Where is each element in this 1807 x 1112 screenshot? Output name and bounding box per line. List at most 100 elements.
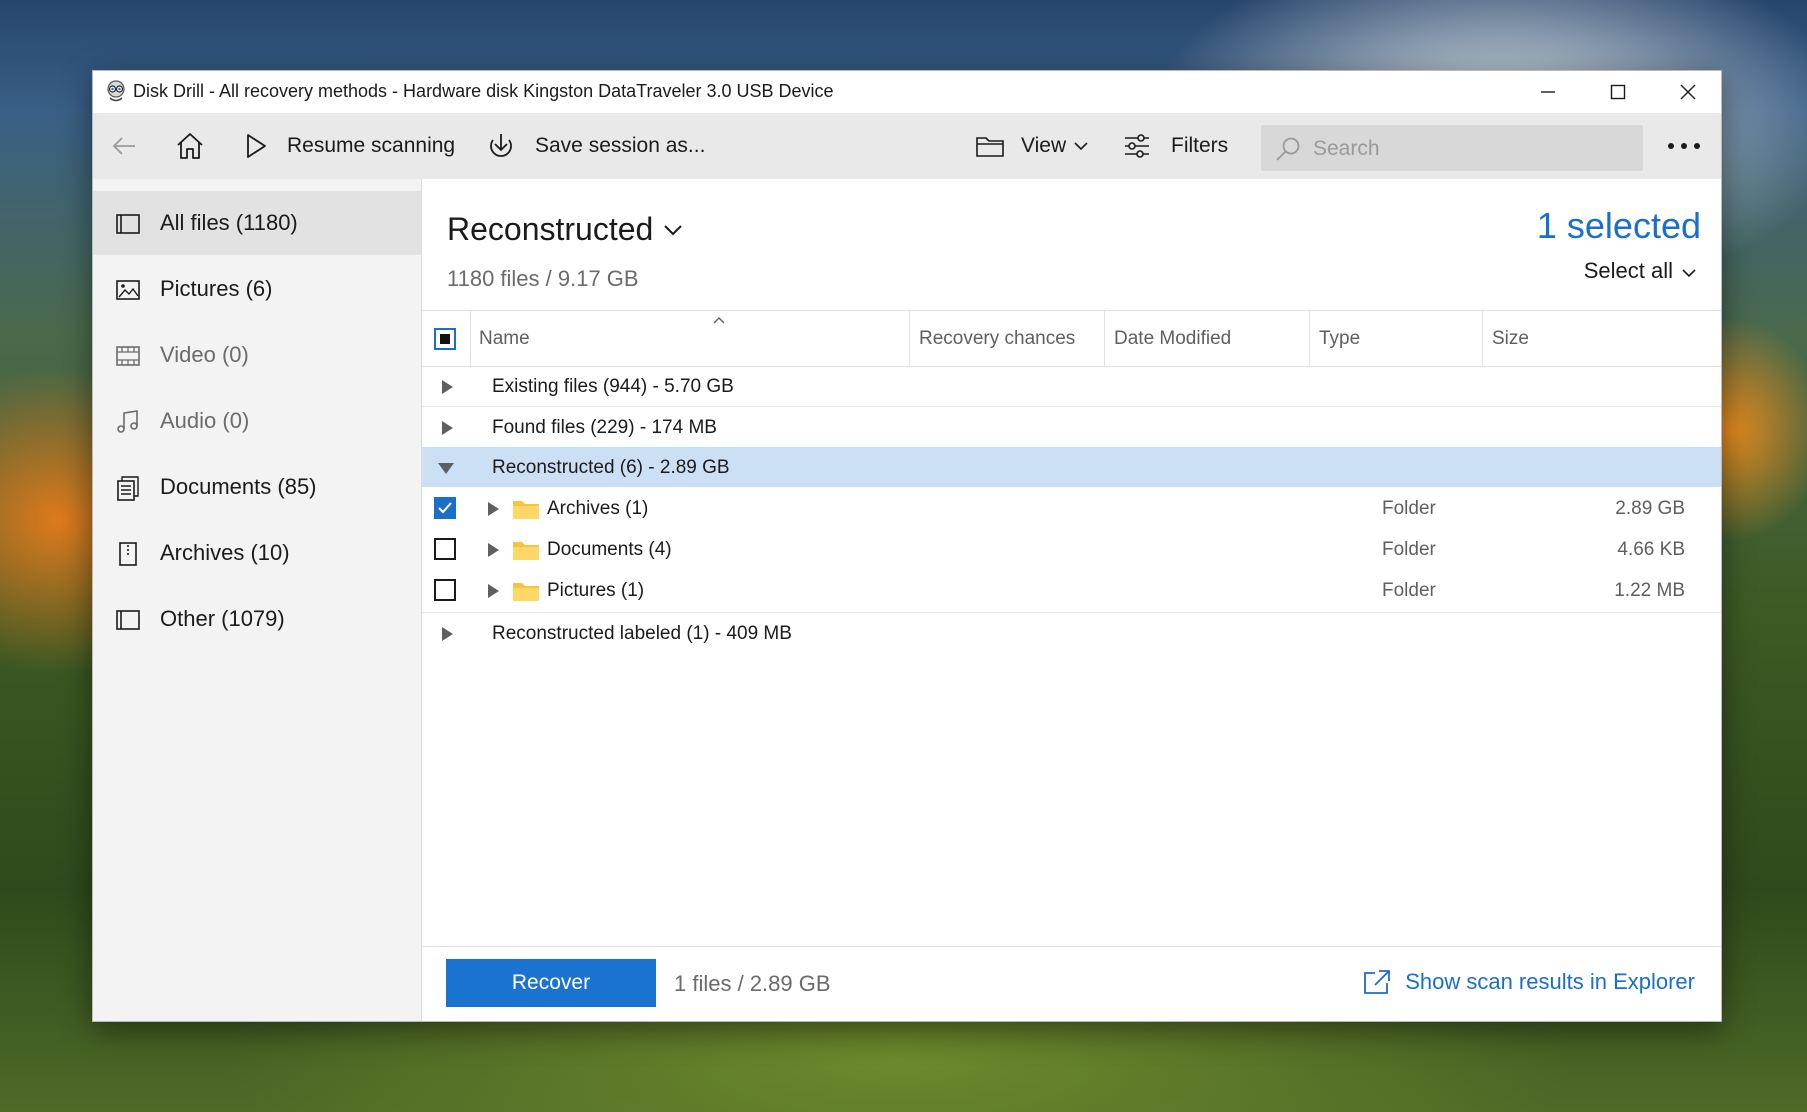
table-row[interactable]: Pictures (1) Folder 1.22 MB (422, 570, 1721, 610)
group-row-existing-files[interactable]: Existing files (944) - 5.70 GB (422, 366, 1721, 406)
select-all-chevron-icon[interactable] (1681, 265, 1697, 281)
disk-drill-logo-icon (107, 80, 125, 102)
checkmark-icon (438, 502, 452, 514)
sidebar-item-documents[interactable]: Documents (85) (93, 455, 421, 519)
collapse-triangle-icon[interactable] (437, 461, 455, 475)
expand-triangle-icon[interactable] (486, 583, 500, 599)
window-title: Disk Drill - All recovery methods - Hard… (133, 81, 834, 101)
row-checkbox[interactable] (434, 538, 456, 560)
external-link-icon[interactable] (1363, 969, 1391, 995)
expand-triangle-icon[interactable] (486, 542, 500, 558)
all-files-icon (116, 214, 140, 234)
app-window: Disk Drill - All recovery methods - Hard… (92, 70, 1722, 1022)
file-size: 2.89 GB (1615, 498, 1685, 519)
sidebar-item-label: Archives (10) (160, 540, 290, 565)
folder-outline-icon (976, 137, 1004, 157)
file-name: Pictures (1) (547, 580, 645, 601)
sidebar-item-all-files[interactable]: All files (1180) (93, 191, 421, 255)
audio-icon (117, 410, 138, 433)
select-all-button[interactable]: Select all (1584, 258, 1673, 284)
sidebar-item-audio[interactable]: Audio (0) (93, 389, 421, 453)
folder-icon (513, 583, 539, 601)
view-dropdown[interactable]: View (975, 113, 1088, 179)
save-session-label: Save session as... (535, 134, 706, 157)
table-row[interactable]: Documents (4) Folder 4.66 KB (422, 529, 1721, 569)
row-checkbox[interactable] (434, 579, 456, 601)
column-header-type[interactable]: Type (1319, 311, 1360, 366)
maximize-icon (1610, 84, 1626, 100)
filters-label: Filters (1171, 134, 1229, 157)
sidebar-item-pictures[interactable]: Pictures (6) (93, 257, 421, 321)
sort-ascending-icon (713, 317, 725, 324)
column-divider[interactable] (1104, 311, 1105, 366)
video-icon (116, 346, 140, 366)
play-icon (247, 134, 266, 158)
column-divider[interactable] (1309, 311, 1310, 366)
column-divider[interactable] (909, 311, 910, 366)
column-header-recovery-chances[interactable]: Recovery chances (919, 311, 1075, 366)
sidebar-item-label: Video (0) (160, 342, 249, 367)
column-divider[interactable] (1482, 311, 1483, 366)
minimize-icon (1541, 91, 1555, 93)
file-type: Folder (1382, 580, 1436, 601)
title-bar: Disk Drill - All recovery methods - Hard… (93, 71, 1721, 113)
select-all-checkbox[interactable] (434, 328, 456, 350)
file-size: 4.66 KB (1617, 539, 1685, 560)
file-name: Documents (4) (547, 539, 672, 560)
expand-triangle-icon[interactable] (440, 420, 454, 436)
group-row-reconstructed[interactable]: Reconstructed (6) - 2.89 GB (422, 447, 1721, 487)
selection-info: 1 files / 2.89 GB (674, 971, 831, 996)
sidebar-item-label: Pictures (6) (160, 276, 273, 301)
sidebar-item-video[interactable]: Video (0) (93, 323, 421, 387)
column-header-name[interactable]: Name (479, 311, 530, 366)
expand-triangle-icon[interactable] (486, 501, 500, 517)
back-button[interactable] (111, 113, 137, 179)
search-input[interactable] (1311, 133, 1635, 165)
sidebar-item-label: Audio (0) (160, 408, 250, 433)
folder-icon (513, 542, 539, 560)
expand-triangle-icon[interactable] (440, 626, 454, 642)
heading-dropdown-chevron-icon[interactable] (662, 219, 684, 241)
sidebar-item-label: Documents (85) (160, 474, 317, 499)
sidebar-item-label: Other (1079) (160, 606, 285, 631)
chevron-down-icon (1074, 142, 1088, 151)
selected-count: 1 selected (1536, 205, 1701, 246)
file-size: 1.22 MB (1614, 580, 1685, 601)
close-button[interactable] (1653, 71, 1723, 113)
search-box[interactable] (1261, 125, 1643, 171)
file-name: Archives (1) (547, 498, 649, 519)
back-arrow-icon (112, 137, 135, 155)
group-row-reconstructed-labeled[interactable]: Reconstructed labeled (1) - 409 MB (422, 613, 1721, 653)
filters-button[interactable]: Filters (1123, 113, 1228, 179)
other-icon (116, 610, 140, 630)
home-button[interactable] (175, 113, 205, 179)
filters-icon (1125, 134, 1149, 158)
table-header: Name Recovery chances Date Modified Type… (422, 310, 1721, 367)
toolbar: Resume scanning Save session as... View … (93, 113, 1721, 179)
column-header-size[interactable]: Size (1492, 311, 1529, 366)
recover-button[interactable]: Recover (446, 959, 656, 1007)
home-icon (177, 133, 203, 159)
table-row[interactable]: Archives (1) Folder 2.89 GB (422, 488, 1721, 528)
resume-scanning-button[interactable]: Resume scanning (245, 113, 455, 179)
minimize-button[interactable] (1513, 71, 1583, 113)
column-header-date-modified[interactable]: Date Modified (1114, 311, 1231, 366)
group-row-found-files[interactable]: Found files (229) - 174 MB (422, 407, 1721, 447)
show-in-explorer-link[interactable]: Show scan results in Explorer (1405, 969, 1695, 995)
sidebar-item-label: All files (1180) (160, 210, 298, 235)
main-panel: Reconstructed 1180 files / 9.17 GB 1 sel… (422, 179, 1721, 1021)
download-icon (490, 134, 512, 157)
save-session-button[interactable]: Save session as... (487, 113, 705, 179)
pictures-icon (116, 280, 140, 300)
group-label: Reconstructed labeled (1) - 409 MB (492, 623, 792, 644)
resume-scanning-label: Resume scanning (287, 134, 456, 157)
more-options-button[interactable] (1667, 113, 1701, 179)
files-summary: 1180 files / 9.17 GB (447, 266, 639, 291)
sidebar-item-archives[interactable]: Archives (10) (93, 521, 421, 585)
maximize-button[interactable] (1583, 71, 1653, 113)
sidebar-item-other[interactable]: Other (1079) (93, 587, 421, 651)
row-checkbox[interactable] (434, 497, 456, 519)
group-label: Existing files (944) - 5.70 GB (492, 376, 734, 397)
view-label: View (1021, 134, 1067, 157)
expand-triangle-icon[interactable] (440, 379, 454, 395)
